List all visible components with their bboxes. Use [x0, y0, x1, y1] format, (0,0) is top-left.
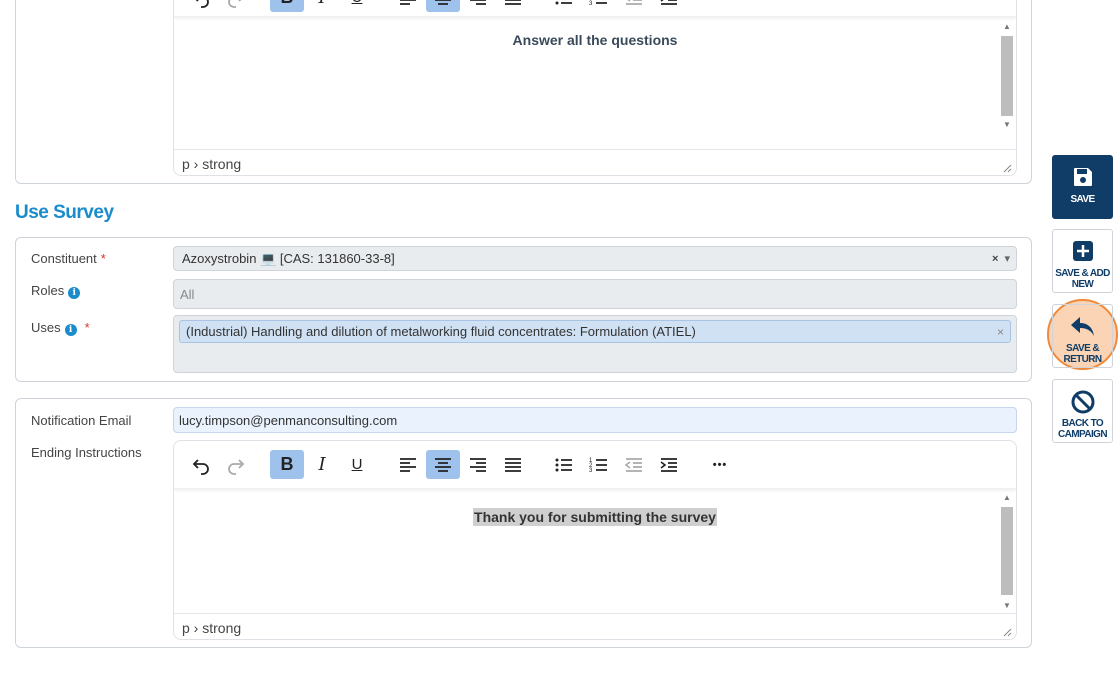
notification-email-label: Notification Email — [31, 413, 132, 428]
ending-editor-scrollbar[interactable]: ▲ ▼ — [1000, 491, 1014, 613]
ending-editor-toolbar: B I U 123 ••• — [174, 441, 1016, 489]
ending-editor-statusbar: p › strong — [174, 613, 1016, 639]
align-center-icon[interactable] — [426, 450, 460, 479]
outdent-icon[interactable] — [617, 450, 651, 479]
intro-editor-toolbar: B I U 123 ••• — [174, 0, 1016, 17]
bold-icon[interactable]: B — [270, 450, 304, 479]
info-icon[interactable]: i — [68, 287, 81, 299]
align-right-icon[interactable] — [461, 0, 495, 12]
scroll-up-icon[interactable]: ▲ — [1000, 491, 1014, 505]
ban-icon — [1071, 390, 1094, 414]
bullet-list-icon[interactable] — [547, 450, 581, 479]
element-path: p › strong — [182, 156, 242, 172]
undo-icon[interactable] — [184, 450, 218, 479]
align-center-icon[interactable] — [426, 0, 460, 12]
required-marker: * — [84, 320, 90, 335]
plus-square-icon — [1072, 241, 1093, 261]
outdent-icon[interactable] — [617, 0, 651, 12]
required-marker: * — [100, 251, 106, 266]
align-justify-icon[interactable] — [496, 0, 530, 12]
underline-icon[interactable]: U — [340, 0, 374, 12]
info-icon[interactable]: i — [64, 324, 77, 336]
save-and-add-new-button[interactable]: SAVE & ADD NEW — [1052, 229, 1113, 293]
redo-icon[interactable] — [219, 0, 253, 12]
use-survey-card: Constituent * Azoxystrobin 💻 [CAS: 131860… — [15, 237, 1032, 382]
align-left-icon[interactable] — [391, 0, 425, 12]
ending-instructions-label: Ending Instructions — [31, 445, 142, 460]
scroll-thumb[interactable] — [1001, 36, 1013, 116]
constituent-value: Azoxystrobin 💻 [CAS: 131860-33-8] — [182, 251, 395, 266]
floppy-disk-icon — [1073, 168, 1092, 186]
scroll-up-icon[interactable]: ▲ — [1000, 20, 1014, 34]
back-to-campaign-button[interactable]: BACK TO CAMPAIGN — [1052, 379, 1113, 443]
notification-card: Notification Email lucy.timpson@penmanco… — [15, 398, 1032, 648]
more-options-icon[interactable]: ••• — [703, 0, 737, 12]
intro-editor-content[interactable]: Answer all the questions — [174, 22, 1016, 132]
indent-icon[interactable] — [652, 450, 686, 479]
save-button[interactable]: SAVE — [1052, 155, 1113, 219]
ending-editor-content[interactable]: Thank you for submitting the survey — [174, 491, 1016, 613]
bold-icon[interactable]: B — [270, 0, 304, 12]
save-button-label: SAVE — [1070, 194, 1095, 205]
notification-email-input[interactable]: lucy.timpson@penmanconsulting.com — [173, 407, 1017, 433]
svg-text:3: 3 — [589, 468, 593, 474]
scroll-thumb[interactable] — [1001, 507, 1013, 595]
save-and-add-new-label: SAVE & ADD NEW — [1055, 268, 1110, 290]
align-justify-icon[interactable] — [496, 450, 530, 479]
intro-editor-statusbar: p › strong — [174, 149, 1016, 175]
bullet-list-icon[interactable] — [547, 0, 581, 12]
underline-icon[interactable]: U — [340, 450, 374, 479]
more-options-icon[interactable]: ••• — [703, 450, 737, 479]
ending-instructions-text: Thank you for submitting the survey — [473, 508, 717, 526]
element-path: p › strong — [182, 620, 242, 636]
scroll-down-icon[interactable]: ▼ — [1000, 118, 1014, 132]
svg-text:3: 3 — [589, 1, 593, 7]
roles-label: Roles i — [31, 283, 81, 299]
clear-icon[interactable]: × — [992, 253, 998, 265]
scroll-down-icon[interactable]: ▼ — [1000, 599, 1014, 613]
align-right-icon[interactable] — [461, 450, 495, 479]
constituent-controls: × ▾ — [992, 247, 1010, 271]
uses-label: Uses i * — [31, 320, 90, 336]
back-to-campaign-label: BACK TO CAMPAIGN — [1058, 418, 1108, 440]
section-title-use-survey: Use Survey — [15, 202, 114, 223]
save-and-return-button[interactable]: SAVE & RETURN — [1052, 304, 1113, 368]
italic-icon[interactable]: I — [305, 450, 339, 479]
roles-select[interactable]: All — [173, 279, 1017, 309]
ending-rich-text-editor[interactable]: B I U 123 ••• Thank you for submitting t… — [173, 440, 1017, 640]
remove-tag-icon[interactable]: × — [997, 321, 1004, 343]
uses-selected-tag: (Industrial) Handling and dilution of me… — [179, 320, 1011, 343]
chevron-down-icon[interactable]: ▾ — [1004, 253, 1010, 265]
align-left-icon[interactable] — [391, 450, 425, 479]
constituent-select[interactable]: Azoxystrobin 💻 [CAS: 131860-33-8] × ▾ — [173, 246, 1017, 271]
resize-handle-icon[interactable] — [1002, 163, 1012, 173]
uses-multiselect[interactable]: (Industrial) Handling and dilution of me… — [173, 315, 1017, 373]
intro-instructions-card: B I U 123 ••• Answer all the questions ▲… — [15, 0, 1032, 184]
intro-instructions-text: Answer all the questions — [512, 32, 678, 48]
italic-icon[interactable]: I — [305, 0, 339, 12]
numbered-list-icon[interactable]: 123 — [582, 450, 616, 479]
roles-placeholder: All — [180, 287, 195, 302]
save-and-return-label: SAVE & RETURN — [1063, 343, 1102, 365]
intro-editor-scrollbar[interactable]: ▲ ▼ — [1000, 20, 1014, 132]
redo-icon[interactable] — [219, 450, 253, 479]
resize-handle-icon[interactable] — [1002, 627, 1012, 637]
undo-icon[interactable] — [184, 0, 218, 12]
indent-icon[interactable] — [652, 0, 686, 12]
constituent-label: Constituent * — [31, 251, 106, 266]
numbered-list-icon[interactable]: 123 — [582, 0, 616, 12]
reply-arrow-icon — [1070, 317, 1094, 336]
intro-rich-text-editor[interactable]: B I U 123 ••• Answer all the questions ▲… — [173, 0, 1017, 176]
